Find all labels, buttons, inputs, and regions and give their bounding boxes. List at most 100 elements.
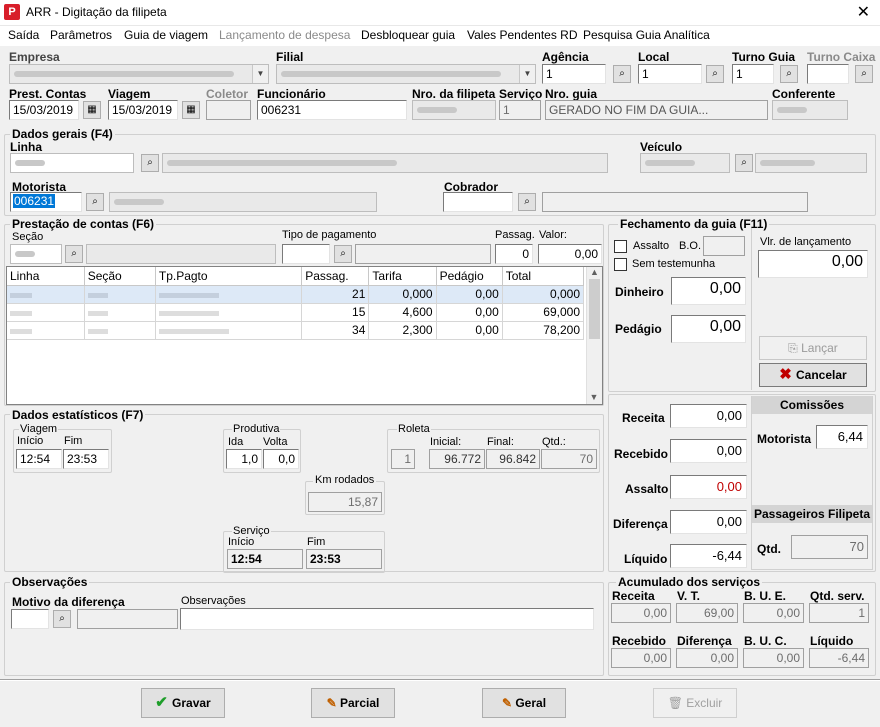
- pen-icon: ✎: [326, 696, 340, 710]
- binoculars-icon[interactable]: ⌕: [780, 65, 798, 83]
- inicio-label: Início: [17, 435, 44, 447]
- binoculars-icon[interactable]: ⌕: [735, 154, 753, 172]
- prest-contas-label: Prest. Contas: [9, 87, 87, 101]
- acum-buc-label: B. U. C.: [744, 634, 787, 648]
- filial-select[interactable]: [276, 64, 536, 84]
- passag-input[interactable]: 0: [495, 244, 533, 264]
- menu-guia-viagem[interactable]: Guia de viagem: [124, 28, 208, 42]
- binoculars-icon[interactable]: ⌕: [518, 193, 536, 211]
- inicial-input: 96.772: [429, 449, 485, 469]
- col-linha[interactable]: Linha: [7, 267, 85, 286]
- col-pedagio[interactable]: Pedágio: [436, 267, 503, 286]
- geral-button[interactable]: ✎ Geral: [482, 688, 566, 718]
- recebido-input[interactable]: 0,00: [670, 439, 747, 463]
- calendar-icon[interactable]: ▦: [182, 101, 200, 119]
- inicio-input[interactable]: 12:54: [16, 449, 62, 469]
- nro-filipeta-input[interactable]: [412, 100, 496, 120]
- tipo-pagamento-input[interactable]: [282, 244, 330, 264]
- calendar-icon[interactable]: ▦: [83, 101, 101, 119]
- receita-input[interactable]: 0,00: [670, 404, 747, 428]
- s-fim-input: 23:53: [306, 549, 382, 569]
- col-tp-pagto[interactable]: Tp.Pagto: [155, 267, 303, 286]
- viagem-input[interactable]: 15/03/2019: [108, 100, 178, 120]
- binoculars-icon[interactable]: ⌕: [613, 65, 631, 83]
- motivo-label: Motivo da diferença: [12, 595, 125, 609]
- binoculars-icon[interactable]: ⌕: [334, 245, 352, 263]
- filial-label: Filial: [276, 50, 304, 64]
- comissao-motorista-input[interactable]: 6,44: [816, 425, 868, 449]
- binoculars-icon[interactable]: ⌕: [141, 154, 159, 172]
- assalto2-input[interactable]: 0,00: [670, 475, 747, 499]
- menu-vales-pendentes[interactable]: Vales Pendentes RD: [467, 28, 578, 42]
- binoculars-icon[interactable]: ⌕: [86, 193, 104, 211]
- cancelar-button[interactable]: ✖ Cancelar: [759, 363, 867, 387]
- volta-input[interactable]: 0,0: [263, 449, 299, 469]
- binoculars-icon[interactable]: ⌕: [706, 65, 724, 83]
- motorista-desc: [109, 192, 377, 212]
- qtd-roleta-label: Qtd.:: [542, 436, 566, 448]
- binoculars-icon[interactable]: ⌕: [65, 245, 83, 263]
- chevron-down-icon[interactable]: ▼: [252, 65, 268, 83]
- excluir-button[interactable]: 🗑 Excluir: [653, 688, 737, 718]
- inicial-label: Inicial:: [430, 436, 462, 448]
- servico-label: Serviço: [499, 87, 543, 101]
- binoculars-icon[interactable]: ⌕: [53, 610, 71, 628]
- roleta-title: Roleta: [397, 423, 431, 435]
- empresa-select[interactable]: [9, 64, 269, 84]
- col-tarifa[interactable]: Tarifa: [368, 267, 437, 286]
- acum-receita-input: 0,00: [611, 603, 671, 623]
- col-passag[interactable]: Passag.: [301, 267, 370, 286]
- menu-lancamento-despesa[interactable]: Lançamento de despesa: [219, 28, 350, 42]
- vlr-lancamento-label: Vlr. de lançamento: [760, 236, 852, 248]
- motorista-input[interactable]: 006231: [10, 192, 82, 212]
- menu-pesquisa-guia[interactable]: Pesquisa Guia Analítica: [583, 28, 710, 42]
- local-input[interactable]: 1: [638, 64, 702, 84]
- qtd-label: Qtd.: [757, 542, 781, 556]
- sem-testemunha-label: Sem testemunha: [632, 258, 716, 270]
- liquido-input[interactable]: -6,44: [670, 544, 747, 568]
- motivo-input[interactable]: [11, 609, 49, 629]
- table-row[interactable]: 34 2,300 0,00 78,200: [7, 321, 585, 340]
- sem-testemunha-checkbox[interactable]: [614, 258, 627, 274]
- menu-desbloquear-guia[interactable]: Desbloquear guia: [361, 28, 455, 42]
- lancar-button[interactable]: ⎘ Lançar: [759, 336, 867, 360]
- fim-input[interactable]: 23:53: [63, 449, 109, 469]
- funcionario-input[interactable]: 006231: [257, 100, 407, 120]
- ida-input[interactable]: 1,0: [226, 449, 262, 469]
- recebido-label: Recebido: [614, 447, 669, 461]
- valor-input[interactable]: 0,00: [538, 244, 602, 264]
- chevron-down-icon[interactable]: ▼: [519, 65, 535, 83]
- secao-label: Seção: [12, 231, 44, 243]
- turno-guia-input[interactable]: 1: [732, 64, 774, 84]
- dinheiro-input[interactable]: 0,00: [671, 277, 746, 305]
- menu-parametros[interactable]: Parâmetros: [50, 28, 112, 42]
- prestacao-grid[interactable]: Linha Seção Tp.Pagto Passag. Tarifa Pedá…: [6, 266, 603, 405]
- secao-input[interactable]: [10, 244, 62, 264]
- col-total[interactable]: Total: [502, 267, 585, 286]
- parcial-button[interactable]: ✎ Parcial: [311, 688, 395, 718]
- binoculars-icon[interactable]: ⌕: [855, 65, 873, 83]
- menu-saida[interactable]: Saída: [8, 28, 39, 42]
- veiculo-input[interactable]: [640, 153, 730, 173]
- col-secao[interactable]: Seção: [84, 267, 156, 286]
- cobrador-input[interactable]: [443, 192, 513, 212]
- veiculo-desc: [755, 153, 867, 173]
- vlr-lancamento-input[interactable]: 0,00: [758, 250, 868, 278]
- turno-caixa-input[interactable]: [807, 64, 849, 84]
- comissao-motorista-label: Motorista: [757, 432, 811, 446]
- prest-contas-input[interactable]: 15/03/2019: [9, 100, 79, 120]
- close-icon[interactable]: ✕: [857, 2, 870, 22]
- linha-input[interactable]: [10, 153, 134, 173]
- gravar-button[interactable]: ✔ Gravar: [141, 688, 225, 718]
- acum-buc-input: 0,00: [743, 648, 804, 668]
- table-row[interactable]: 15 4,600 0,00 69,000: [7, 303, 585, 322]
- grid-scrollbar[interactable]: ▲ ▼: [586, 267, 602, 404]
- obs-input[interactable]: [180, 608, 594, 630]
- s-fim-label: Fim: [307, 536, 326, 548]
- acum-qtd-input: 1: [809, 603, 869, 623]
- table-row[interactable]: 21 0,000 0,00 0,000: [7, 285, 585, 304]
- assalto-checkbox[interactable]: [614, 240, 627, 256]
- pedagio-input[interactable]: 0,00: [671, 315, 746, 343]
- diferenca-input[interactable]: 0,00: [670, 510, 747, 534]
- agencia-input[interactable]: 1: [542, 64, 606, 84]
